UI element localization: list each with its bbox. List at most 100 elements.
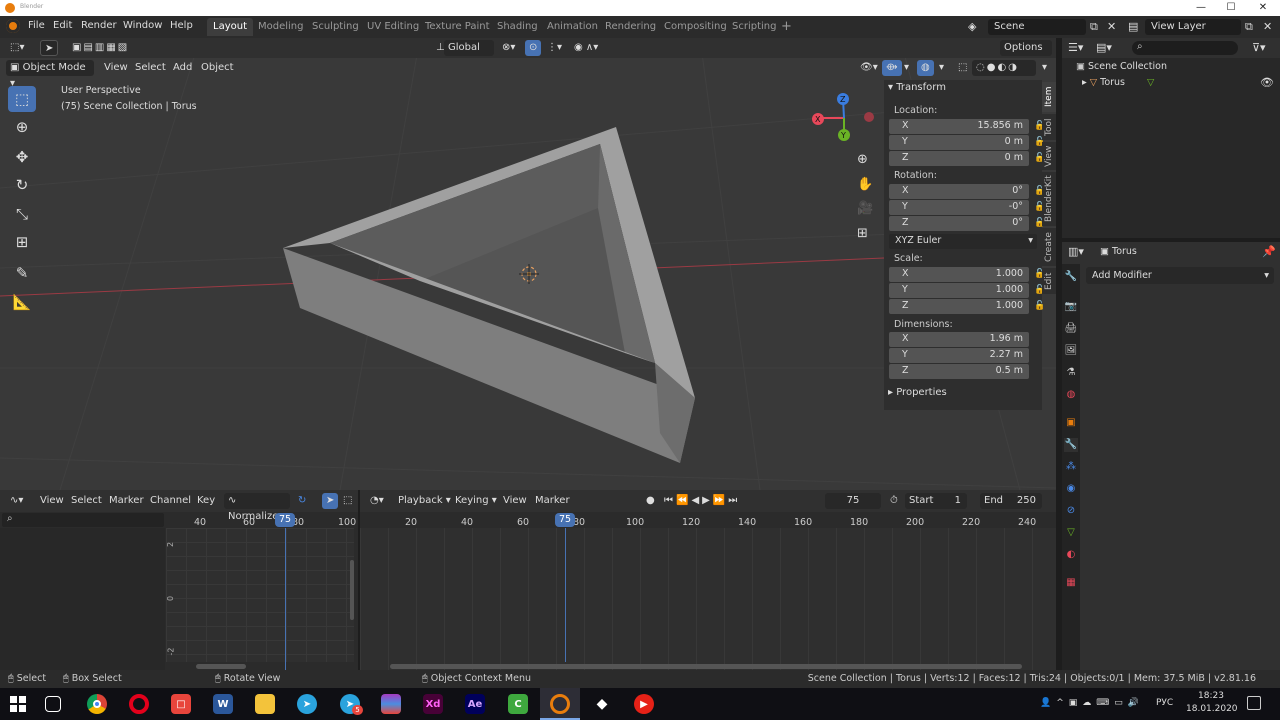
stopwatch-icon[interactable]: ⏱ — [886, 493, 902, 509]
tab-layout[interactable]: Layout — [207, 18, 253, 36]
remove-scene-icon[interactable]: ✕ — [1107, 20, 1116, 34]
copy-scene-icon[interactable]: ⧉ — [1090, 20, 1098, 34]
minimize-button[interactable]: — — [1186, 0, 1216, 16]
overlay-dropdown-icon[interactable]: ▾ — [935, 60, 948, 76]
maximize-button[interactable]: ☐ — [1216, 0, 1246, 16]
tool-props-icon[interactable]: 🔧 — [1064, 270, 1078, 284]
menu-playback[interactable]: Playback ▾ — [394, 493, 455, 509]
rotation-z-field[interactable]: Z 0° — [889, 216, 1029, 231]
visibility-icon[interactable]: 👁▾ — [856, 60, 882, 76]
graph-menu-select[interactable]: Select — [67, 493, 106, 509]
graph-editor[interactable]: ∿▾ View Select Marker Channel Key ∿ Norm… — [0, 490, 358, 670]
auto-normalize-icon[interactable]: ↻ — [294, 493, 310, 509]
end-frame-field[interactable]: End 250 — [980, 493, 1042, 509]
tab-rendering[interactable]: Rendering — [599, 18, 662, 36]
xray-icon[interactable]: ⬚ — [954, 60, 971, 76]
timeline-menu-marker[interactable]: Marker — [531, 493, 574, 509]
scale-y-field[interactable]: Y 1.000 — [889, 283, 1029, 298]
constraints-props-icon[interactable]: ⊘ — [1064, 504, 1078, 518]
tab-blenderkit[interactable]: BlenderKit — [1042, 172, 1056, 226]
tray-icons[interactable]: 👤^▣☁⌨▭🔊 — [1040, 698, 1144, 708]
view-layer-selector[interactable]: View Layer — [1145, 19, 1241, 35]
scale-z-field[interactable]: Z 1.000 — [889, 299, 1029, 314]
graph-menu-view[interactable]: View — [36, 493, 68, 509]
dimensions-y-field[interactable]: Y 2.27 m — [889, 348, 1029, 363]
display-mode-icon[interactable]: ▤▾ — [1096, 41, 1112, 55]
material-props-icon[interactable]: ◐ — [1064, 548, 1078, 562]
options-button[interactable]: Options ▾ — [1000, 40, 1052, 69]
particles-props-icon[interactable]: ⁂ — [1064, 460, 1078, 474]
dimensions-z-field[interactable]: Z 0.5 m — [889, 364, 1029, 379]
snap-icon[interactable]: ⊙ — [525, 40, 541, 56]
current-frame-field[interactable]: 75 — [825, 493, 881, 509]
tab-scripting[interactable]: Scripting — [726, 18, 782, 36]
zoom-icon[interactable]: ⊕ — [857, 153, 868, 167]
navigation-gizmo[interactable]: X Y Z — [810, 90, 880, 145]
scene-props-icon[interactable]: ⚗ — [1064, 366, 1078, 380]
close-button[interactable]: ✕ — [1248, 0, 1278, 16]
tab-animation[interactable]: Animation — [541, 18, 604, 36]
pan-icon[interactable]: ✋ — [857, 178, 873, 192]
graph-h-scrollbar[interactable] — [196, 664, 246, 669]
tab-uv-editing[interactable]: UV Editing — [361, 18, 425, 36]
menu-object[interactable]: Object — [197, 60, 238, 76]
rotation-y-field[interactable]: Y -0° — [889, 200, 1029, 215]
scale-x-field[interactable]: X 1.000 — [889, 267, 1029, 282]
blender-icon[interactable] — [550, 694, 570, 714]
menu-render[interactable]: Render — [81, 20, 117, 31]
add-workspace-button[interactable]: + — [775, 18, 798, 36]
timeline-h-scrollbar[interactable] — [390, 664, 1022, 669]
graph-current-frame[interactable]: 75 — [275, 513, 295, 527]
playback-controls-icons[interactable]: ⏮⏪◀▶⏩⏭ — [660, 493, 744, 509]
move-tool-icon[interactable]: ✥ — [8, 144, 36, 170]
measure-tool-icon[interactable]: 📐 — [8, 289, 36, 315]
expand-icon[interactable]: ▸ — [1082, 77, 1090, 88]
editor-type-icon[interactable]: ⬚▾ — [6, 40, 28, 56]
start-frame-field[interactable]: Start 1 — [905, 493, 967, 509]
menu-file[interactable]: File — [28, 20, 45, 31]
annotate-tool-icon[interactable]: ✎ — [8, 260, 36, 286]
winrar-icon[interactable] — [381, 694, 401, 714]
shading-dropdown-icon[interactable]: ▾ — [1038, 60, 1051, 76]
tab-tool[interactable]: Tool — [1042, 114, 1056, 140]
rotation-x-field[interactable]: X 0° — [889, 184, 1029, 199]
mode-select[interactable]: ▣ Object Mode ▾ — [6, 60, 94, 89]
physics-props-icon[interactable]: ◉ — [1064, 482, 1078, 496]
view-layer-props-icon[interactable]: 🖼 — [1064, 344, 1078, 358]
menu-add[interactable]: Add — [169, 60, 196, 76]
object-props-icon[interactable]: ▣ — [1064, 416, 1078, 430]
language-indicator[interactable]: РУС — [1156, 698, 1173, 708]
telegram-icon[interactable]: ➤ — [297, 694, 317, 714]
selection-mode-icons[interactable]: ▣▤▥▦▧ — [68, 40, 133, 56]
camtasia-icon[interactable]: C — [508, 694, 528, 714]
after-effects-icon[interactable]: Ae — [465, 694, 485, 714]
tab-sculpting[interactable]: Sculpting — [306, 18, 365, 36]
graph-menu-marker[interactable]: Marker — [105, 493, 148, 509]
task-view-icon[interactable] — [45, 696, 61, 712]
cursor-tool-icon[interactable]: ⊕ — [8, 114, 36, 140]
tab-shading[interactable]: Shading — [491, 18, 544, 36]
snap-target-icon[interactable]: ⋮▾ — [543, 40, 566, 56]
tab-create[interactable]: Create — [1042, 228, 1056, 266]
clock-date[interactable]: 18.01.2020 — [1186, 704, 1238, 714]
transform-tool-icon[interactable]: ⊞ — [8, 229, 36, 255]
outliner-scene-collection[interactable]: ▣ Scene Collection — [1076, 61, 1167, 72]
transform-header[interactable]: ▾ Transform — [888, 82, 946, 98]
dimensions-x-field[interactable]: X 1.96 m — [889, 332, 1029, 347]
render-props-icon[interactable]: 📷 — [1064, 300, 1078, 314]
output-props-icon[interactable]: 🖨 — [1064, 322, 1078, 336]
tab-edit[interactable]: Edit — [1042, 268, 1056, 294]
normalize-toggle[interactable]: ∿ Normalize — [224, 493, 290, 522]
channel-search-input[interactable]: ⌕ — [2, 513, 164, 527]
rotate-tool-icon[interactable]: ↻ — [8, 172, 36, 198]
chrome-icon[interactable] — [87, 694, 107, 714]
tab-item[interactable]: Item — [1042, 82, 1056, 112]
graph-select-icon[interactable]: ➤ — [322, 493, 339, 509]
timeline-frame-badge[interactable]: 75 — [555, 513, 575, 527]
timeline-editor-type-icon[interactable]: ◔▾ — [366, 493, 388, 509]
pivot-point-icon[interactable]: ⊗▾ — [498, 40, 519, 56]
app-red-icon[interactable]: □ — [171, 694, 191, 714]
tab-view[interactable]: View — [1042, 142, 1056, 170]
timeline[interactable]: ◔▾ Playback ▾ Keying ▾ View Marker ● ⏮⏪◀… — [360, 490, 1056, 670]
notification-icon[interactable] — [1247, 696, 1261, 710]
